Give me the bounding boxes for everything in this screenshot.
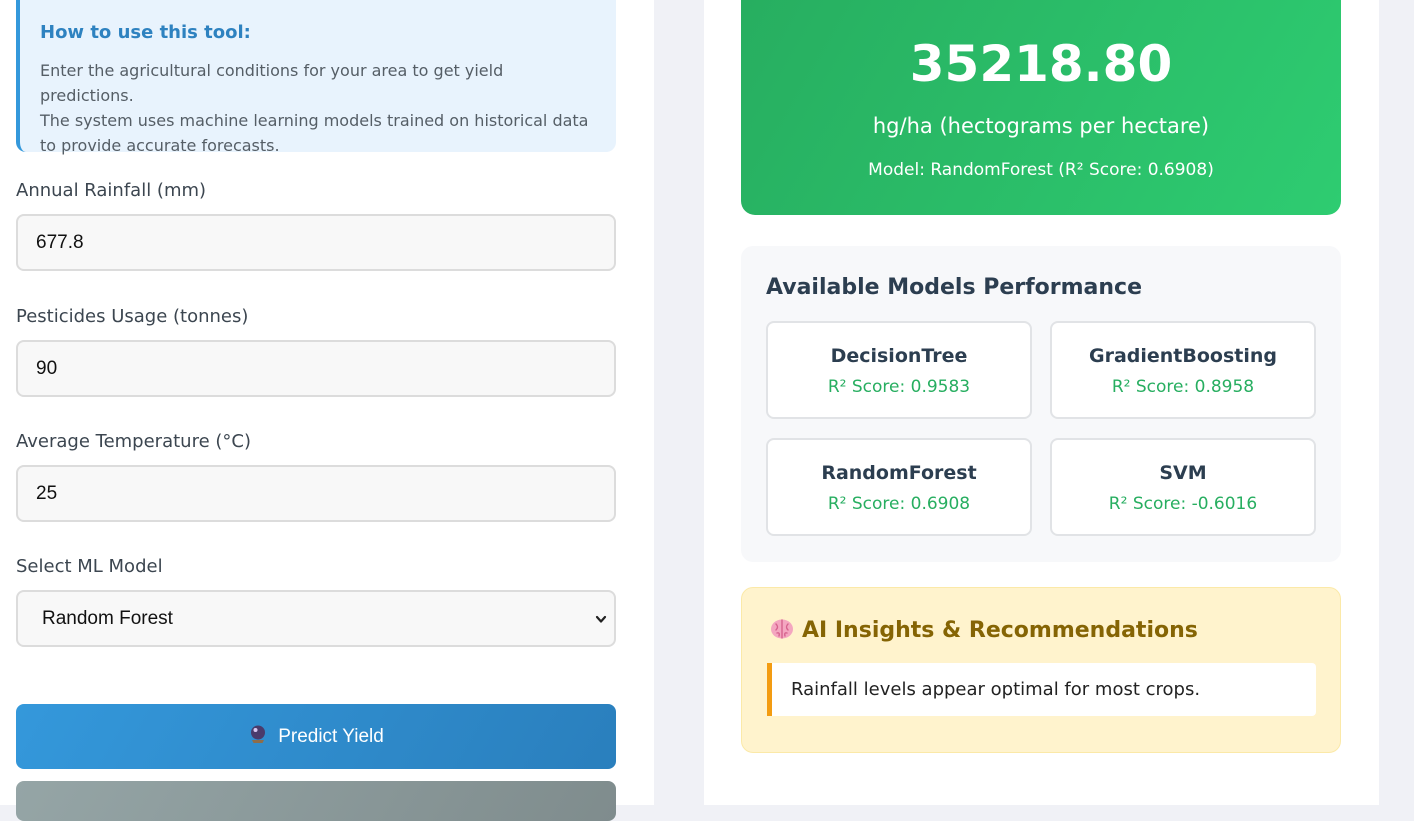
model-score: R² Score: -0.6016 <box>1108 494 1258 514</box>
model-score: R² Score: 0.8958 <box>1111 377 1255 397</box>
model-name: SVM <box>1159 462 1207 484</box>
model-score: R² Score: 0.6908 <box>827 494 971 514</box>
prediction-result-card: 35218.80 hg/ha (hectograms per hectare) … <box>741 0 1341 215</box>
predict-yield-label: Predict Yield <box>278 726 384 747</box>
model-card-svm: SVM R² Score: -0.6016 <box>1050 438 1316 536</box>
pesticides-label: Pesticides Usage (tonnes) <box>16 306 249 327</box>
model-name: RandomForest <box>821 462 977 484</box>
pesticides-input[interactable]: 90 <box>16 340 616 397</box>
model-info: Model: RandomForest (R² Score: 0.6908) <box>868 160 1214 180</box>
insights-title: AI Insights & Recommendations <box>802 618 1198 643</box>
temperature-input[interactable]: 25 <box>16 465 616 522</box>
temperature-label: Average Temperature (°C) <box>16 431 251 452</box>
yield-unit: hg/ha (hectograms per hectare) <box>872 114 1210 138</box>
help-text: Enter the agricultural conditions for yo… <box>40 58 596 158</box>
crystal-ball-icon <box>248 706 268 771</box>
rainfall-label: Annual Rainfall (mm) <box>16 180 207 201</box>
predict-yield-button[interactable]: Predict Yield <box>16 704 616 769</box>
model-name: GradientBoosting <box>1088 345 1277 367</box>
help-text-line-2: The system uses machine learning models … <box>40 111 589 130</box>
chevron-down-icon <box>595 615 607 623</box>
models-performance-card: Available Models Performance DecisionTre… <box>741 246 1341 562</box>
models-performance-title: Available Models Performance <box>766 275 1143 300</box>
model-card-gradientboosting: GradientBoosting R² Score: 0.8958 <box>1050 321 1316 419</box>
model-select-value: Random Forest <box>42 608 173 629</box>
ai-insights-card: AI Insights & Recommendations Rainfall l… <box>741 587 1341 753</box>
help-text-line-3: to provide accurate forecasts. <box>40 136 280 155</box>
insight-item: Rainfall levels appear optimal for most … <box>767 663 1316 716</box>
model-card-randomforest: RandomForest R² Score: 0.6908 <box>766 438 1032 536</box>
help-text-line-1: Enter the agricultural conditions for yo… <box>40 61 504 105</box>
brain-icon <box>770 618 794 646</box>
model-select[interactable]: Random Forest <box>16 590 616 647</box>
insights-title-row: AI Insights & Recommendations <box>770 618 1198 646</box>
rainfall-input[interactable]: 677.8 <box>16 214 616 271</box>
predicted-yield-value: 35218.80 <box>909 35 1173 93</box>
secondary-button[interactable] <box>16 781 616 821</box>
model-card-decisiontree: DecisionTree R² Score: 0.9583 <box>766 321 1032 419</box>
model-name: DecisionTree <box>830 345 968 367</box>
model-score: R² Score: 0.9583 <box>827 377 971 397</box>
model-select-label: Select ML Model <box>16 556 163 577</box>
input-panel: How to use this tool: Enter the agricult… <box>0 0 654 821</box>
help-title: How to use this tool: <box>40 22 251 43</box>
help-box: How to use this tool: Enter the agricult… <box>16 0 616 155</box>
